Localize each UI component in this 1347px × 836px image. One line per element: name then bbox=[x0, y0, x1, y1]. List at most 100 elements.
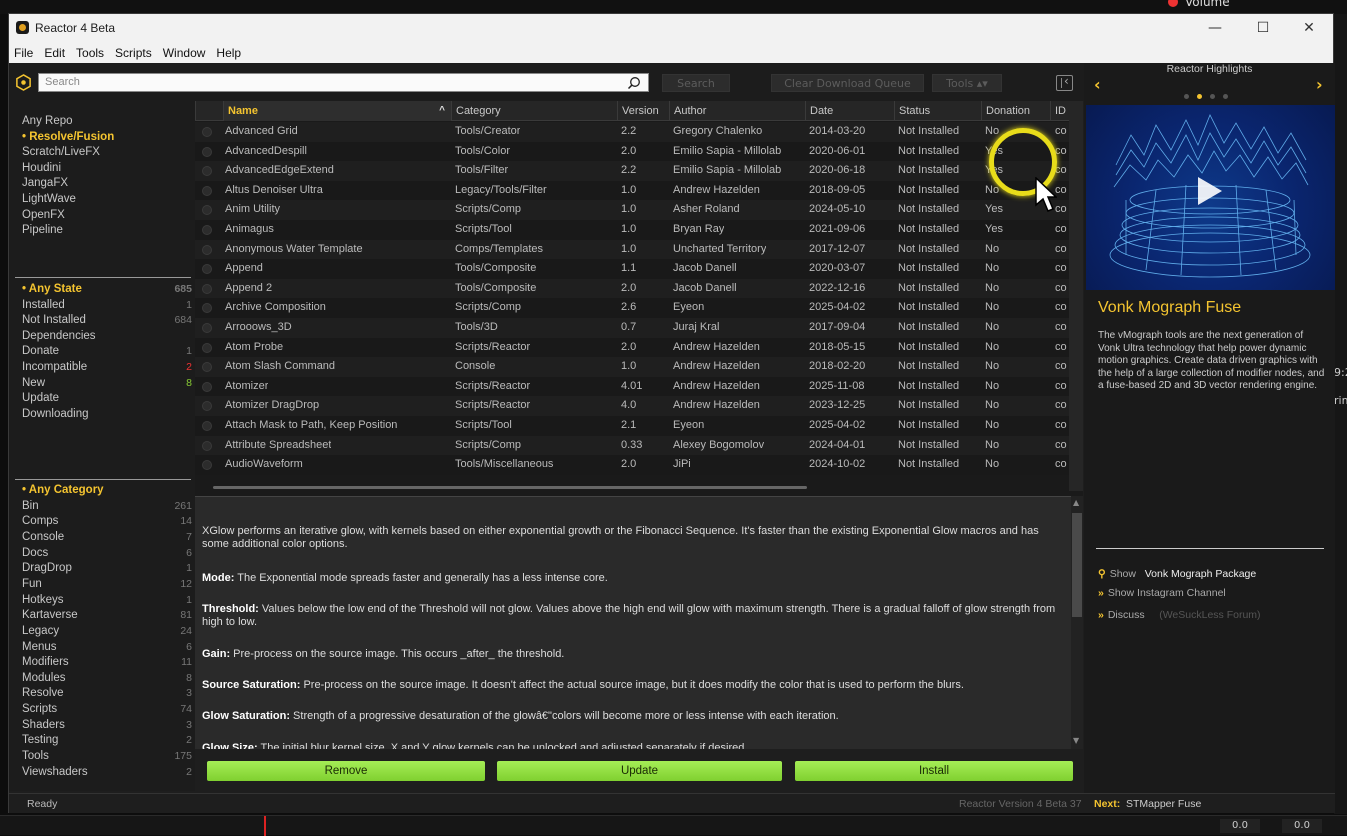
table-row[interactable]: Append 2 Tools/Composite 2.0 Jacob Danell 20… bbox=[195, 278, 1083, 299]
sidebar-category-viewshaders[interactable]: Viewshaders 2 bbox=[22, 766, 192, 781]
slide-dot[interactable] bbox=[1223, 94, 1228, 99]
search-button[interactable]: Search bbox=[662, 74, 730, 92]
sidebar-category-bin[interactable]: Bin 261 bbox=[22, 500, 192, 515]
menu-tools[interactable]: Tools bbox=[71, 43, 110, 60]
sidebar-state-installed[interactable]: Installed 1 bbox=[22, 299, 192, 314]
update-button[interactable]: Update bbox=[497, 761, 782, 781]
sidebar-repo-houdini[interactable]: Houdini bbox=[22, 162, 192, 177]
slide-dot[interactable] bbox=[1184, 94, 1189, 99]
sidebar-category-docs[interactable]: Docs 6 bbox=[22, 547, 192, 562]
column-header-status[interactable]: Status bbox=[894, 101, 981, 121]
sidebar-category-any-category[interactable]: • Any Category bbox=[22, 484, 192, 499]
scrollbar-thumb[interactable] bbox=[1072, 513, 1082, 617]
sidebar-category-menus[interactable]: Menus 6 bbox=[22, 641, 192, 656]
table-row[interactable]: Atomizer DragDrop Scripts/Reactor 4.0 Andre… bbox=[195, 396, 1083, 416]
table-row[interactable]: Archive Composition Scripts/Comp 2.6 Eyeon 2… bbox=[195, 298, 1083, 318]
table-row[interactable]: AdvancedEdgeExtend Tools/Filter 2.2 Emilio … bbox=[195, 161, 1083, 181]
sidebar-category-fun[interactable]: Fun 12 bbox=[22, 578, 192, 593]
search-input[interactable]: Search bbox=[38, 73, 649, 92]
table-row[interactable]: Atom Probe Scripts/Reactor 2.0 Andrew Hazel… bbox=[195, 337, 1083, 358]
sidebar-category-comps[interactable]: Comps 14 bbox=[22, 515, 192, 530]
maximize-button[interactable]: ☐ bbox=[1253, 19, 1273, 37]
sidebar-state-new[interactable]: New 8 bbox=[22, 377, 192, 392]
slide-dot[interactable] bbox=[1197, 94, 1202, 99]
show-package-link[interactable]: ⚲ Show Vonk Mograph Package bbox=[1098, 568, 1256, 580]
scroll-down-icon[interactable]: ▼ bbox=[1073, 736, 1079, 745]
highlight-video-thumbnail[interactable] bbox=[1086, 105, 1335, 290]
play-icon[interactable] bbox=[1198, 177, 1222, 205]
sidebar-category-tools[interactable]: Tools 175 bbox=[22, 750, 192, 765]
scroll-up-icon[interactable]: ▲ bbox=[1073, 498, 1079, 507]
sidebar-state-dependencies[interactable]: Dependencies bbox=[22, 330, 192, 345]
sidebar-category-legacy[interactable]: Legacy 24 bbox=[22, 625, 192, 640]
sidebar-repo-scratch-livefx[interactable]: Scratch/LiveFX bbox=[22, 146, 192, 161]
menu-edit[interactable]: Edit bbox=[39, 43, 71, 60]
discuss-link[interactable]: » Discuss (WeSuckLess Forum) bbox=[1098, 609, 1261, 621]
sidebar-repo-pipeline[interactable]: Pipeline bbox=[22, 224, 192, 239]
menu-help[interactable]: Help bbox=[211, 43, 247, 60]
table-row[interactable]: Anim Utility Scripts/Comp 1.0 Asher Roland 2… bbox=[195, 200, 1083, 220]
show-instagram-link[interactable]: » Show Instagram Channel bbox=[1098, 587, 1226, 599]
table-row[interactable]: Advanced Grid Tools/Creator 2.2 Gregory Cha… bbox=[195, 122, 1083, 142]
column-header-status-icon[interactable] bbox=[195, 101, 223, 121]
sidebar-state-any-state[interactable]: • Any State 685 bbox=[22, 283, 192, 298]
next-highlight-link[interactable]: STMapper Fuse bbox=[1126, 798, 1201, 810]
sidebar-category-modules[interactable]: Modules 8 bbox=[22, 672, 192, 687]
sidebar-category-resolve[interactable]: Resolve 3 bbox=[22, 687, 192, 702]
column-header-date[interactable]: Date bbox=[805, 101, 894, 121]
sidebar-category-kartaverse[interactable]: Kartaverse 81 bbox=[22, 609, 192, 624]
slide-dot[interactable] bbox=[1210, 94, 1215, 99]
sidebar-state-donate[interactable]: Donate 1 bbox=[22, 345, 192, 360]
clear-download-queue-button[interactable]: Clear Download Queue bbox=[771, 74, 924, 92]
menu-file[interactable]: File bbox=[9, 43, 39, 60]
sidebar-category-modifiers[interactable]: Modifiers 11 bbox=[22, 656, 192, 671]
table-row[interactable]: Atom Slash Command Console 1.0 Andrew Hazel… bbox=[195, 357, 1083, 377]
previous-highlight-arrow-icon[interactable]: ‹ bbox=[1094, 75, 1101, 94]
table-horizontal-scrollbar[interactable] bbox=[195, 479, 1069, 496]
column-header-name[interactable]: Name ^ bbox=[223, 101, 451, 121]
description-scrollbar[interactable]: ▲ ▼ bbox=[1071, 496, 1083, 749]
sidebar-category-shaders[interactable]: Shaders 3 bbox=[22, 719, 192, 734]
sidebar-category-dragdrop[interactable]: DragDrop 1 bbox=[22, 562, 192, 577]
table-row[interactable]: Anonymous Water Template Comps/Templates 1… bbox=[195, 239, 1083, 260]
table-row[interactable]: AdvancedDespill Tools/Color 2.0 Emilio Sapi… bbox=[195, 141, 1083, 162]
sidebar-repo-any-repo[interactable]: Any Repo bbox=[22, 115, 192, 130]
sidebar-state-incompatible[interactable]: Incompatible 2 bbox=[22, 361, 192, 376]
tools-dropdown[interactable]: Tools ▴▾ bbox=[932, 74, 1002, 92]
sidebar-state-not-installed[interactable]: Not Installed 684 bbox=[22, 314, 192, 329]
table-row[interactable]: Animagus Scripts/Tool 1.0 Bryan Ray 2021-09-… bbox=[195, 220, 1083, 240]
table-row[interactable]: Attribute Spreadsheet Scripts/Comp 0.33 Ale… bbox=[195, 435, 1083, 456]
sidebar-state-downloading[interactable]: Downloading bbox=[22, 408, 192, 423]
scrollbar-thumb[interactable] bbox=[213, 486, 807, 489]
sidebar-repo-resolve-fusion[interactable]: • Resolve/Fusion bbox=[22, 131, 192, 146]
column-header-version[interactable]: Version bbox=[617, 101, 669, 121]
sidebar-item-label: Viewshaders bbox=[22, 765, 88, 778]
sidebar-repo-lightwave[interactable]: LightWave bbox=[22, 193, 192, 208]
menu-window[interactable]: Window bbox=[158, 43, 212, 60]
table-row[interactable]: Atomizer Scripts/Reactor 4.01 Andrew Hazeld… bbox=[195, 376, 1083, 397]
next-highlight-arrow-icon[interactable]: › bbox=[1316, 75, 1323, 94]
install-button[interactable]: Install bbox=[795, 761, 1073, 781]
sidebar-category-hotkeys[interactable]: Hotkeys 1 bbox=[22, 594, 192, 609]
sidebar-category-console[interactable]: Console 7 bbox=[22, 531, 192, 546]
table-row[interactable]: Arrooows_3D Tools/3D 0.7 Juraj Kral 2017-09-… bbox=[195, 318, 1083, 338]
sidebar-category-scripts[interactable]: Scripts 74 bbox=[22, 703, 192, 718]
table-row[interactable]: Append Tools/Composite 1.1 Jacob Danell 2020… bbox=[195, 259, 1083, 279]
search-icon[interactable] bbox=[627, 76, 641, 90]
table-row[interactable]: Altus Denoiser Ultra Legacy/Tools/Filter 1… bbox=[195, 180, 1083, 201]
menu-scripts[interactable]: Scripts bbox=[110, 43, 158, 60]
table-row[interactable]: AudioWaveform Tools/Miscellaneous 2.0 JiPi 2… bbox=[195, 455, 1083, 475]
collapse-panel-icon[interactable] bbox=[1056, 74, 1073, 91]
remove-button[interactable]: Remove bbox=[207, 761, 485, 781]
sidebar-repo-jangafx[interactable]: JangaFX bbox=[22, 177, 192, 192]
close-button[interactable]: ✕ bbox=[1299, 19, 1319, 37]
table-vertical-scrollbar[interactable] bbox=[1069, 101, 1083, 491]
table-row[interactable]: Attach Mask to Path, Keep Position Script… bbox=[195, 416, 1083, 436]
sidebar-category-testing[interactable]: Testing 2 bbox=[22, 734, 192, 749]
sidebar-state-update[interactable]: Update bbox=[22, 392, 192, 407]
minimize-button[interactable]: — bbox=[1205, 19, 1225, 37]
sidebar-repo-openfx[interactable]: OpenFX bbox=[22, 209, 192, 224]
column-header-donation[interactable]: Donation bbox=[981, 101, 1050, 121]
column-header-author[interactable]: Author bbox=[669, 101, 805, 121]
column-header-category[interactable]: Category bbox=[451, 101, 617, 121]
